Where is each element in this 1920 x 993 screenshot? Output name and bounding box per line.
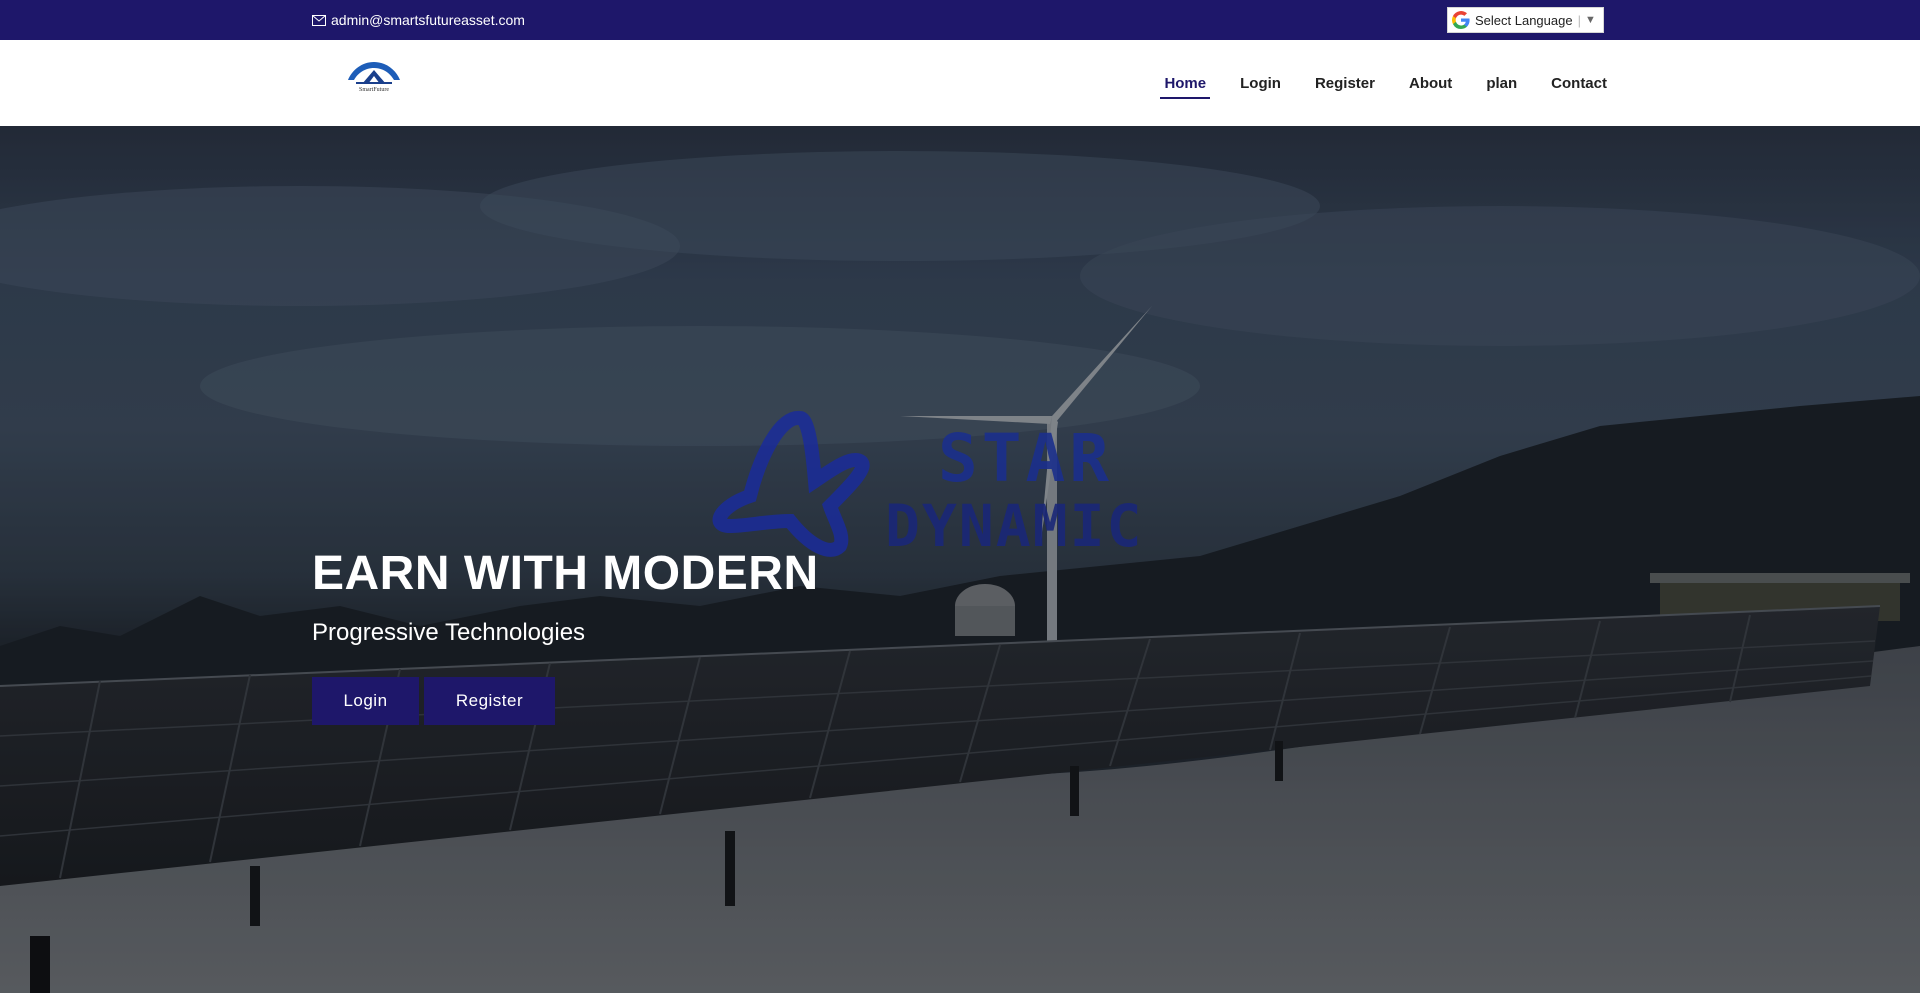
language-select[interactable]: Select Language | ▼ (1447, 7, 1604, 33)
nav-plan[interactable]: plan (1486, 75, 1517, 92)
watermark-star-text: STAR (938, 420, 1113, 497)
main-nav: Home Login Register About plan Contact (1130, 40, 1607, 126)
hero-content: EARN WITH MODERN Progressive Technologie… (312, 546, 819, 725)
chevron-down-icon: ▼ (1584, 14, 1596, 26)
main-header: SmartFuture Home Login Register About pl… (0, 40, 1920, 126)
top-bar: admin@smartsfutureasset.com Select Langu… (0, 0, 1920, 40)
nav-register[interactable]: Register (1315, 75, 1375, 92)
divider: | (1577, 12, 1581, 28)
envelope-icon (312, 14, 326, 26)
nav-login[interactable]: Login (1240, 75, 1281, 92)
svg-text:SmartFuture: SmartFuture (359, 87, 389, 93)
nav-contact[interactable]: Contact (1551, 75, 1607, 92)
contact-email-text: admin@smartsfutureasset.com (331, 12, 525, 28)
nav-about[interactable]: About (1409, 75, 1452, 92)
nav-home[interactable]: Home (1160, 75, 1210, 99)
hero-register-button[interactable]: Register (424, 677, 555, 725)
hero-background-image: STAR DYNAMIC (0, 126, 1920, 993)
google-icon (1452, 11, 1470, 29)
site-logo[interactable]: SmartFuture (334, 58, 414, 94)
hero-section: STAR DYNAMIC EARN WITH MODERN Progressiv… (0, 126, 1920, 993)
hero-login-button[interactable]: Login (312, 677, 419, 725)
hero-subtitle: Progressive Technologies (312, 619, 586, 646)
contact-email[interactable]: admin@smartsfutureasset.com (312, 12, 525, 28)
hero-buttons: Login Register (312, 677, 819, 725)
watermark-dynamic-text: DYNAMIC (885, 492, 1143, 560)
hero-title: EARN WITH MODERN (312, 547, 819, 600)
language-select-label: Select Language (1475, 12, 1573, 28)
